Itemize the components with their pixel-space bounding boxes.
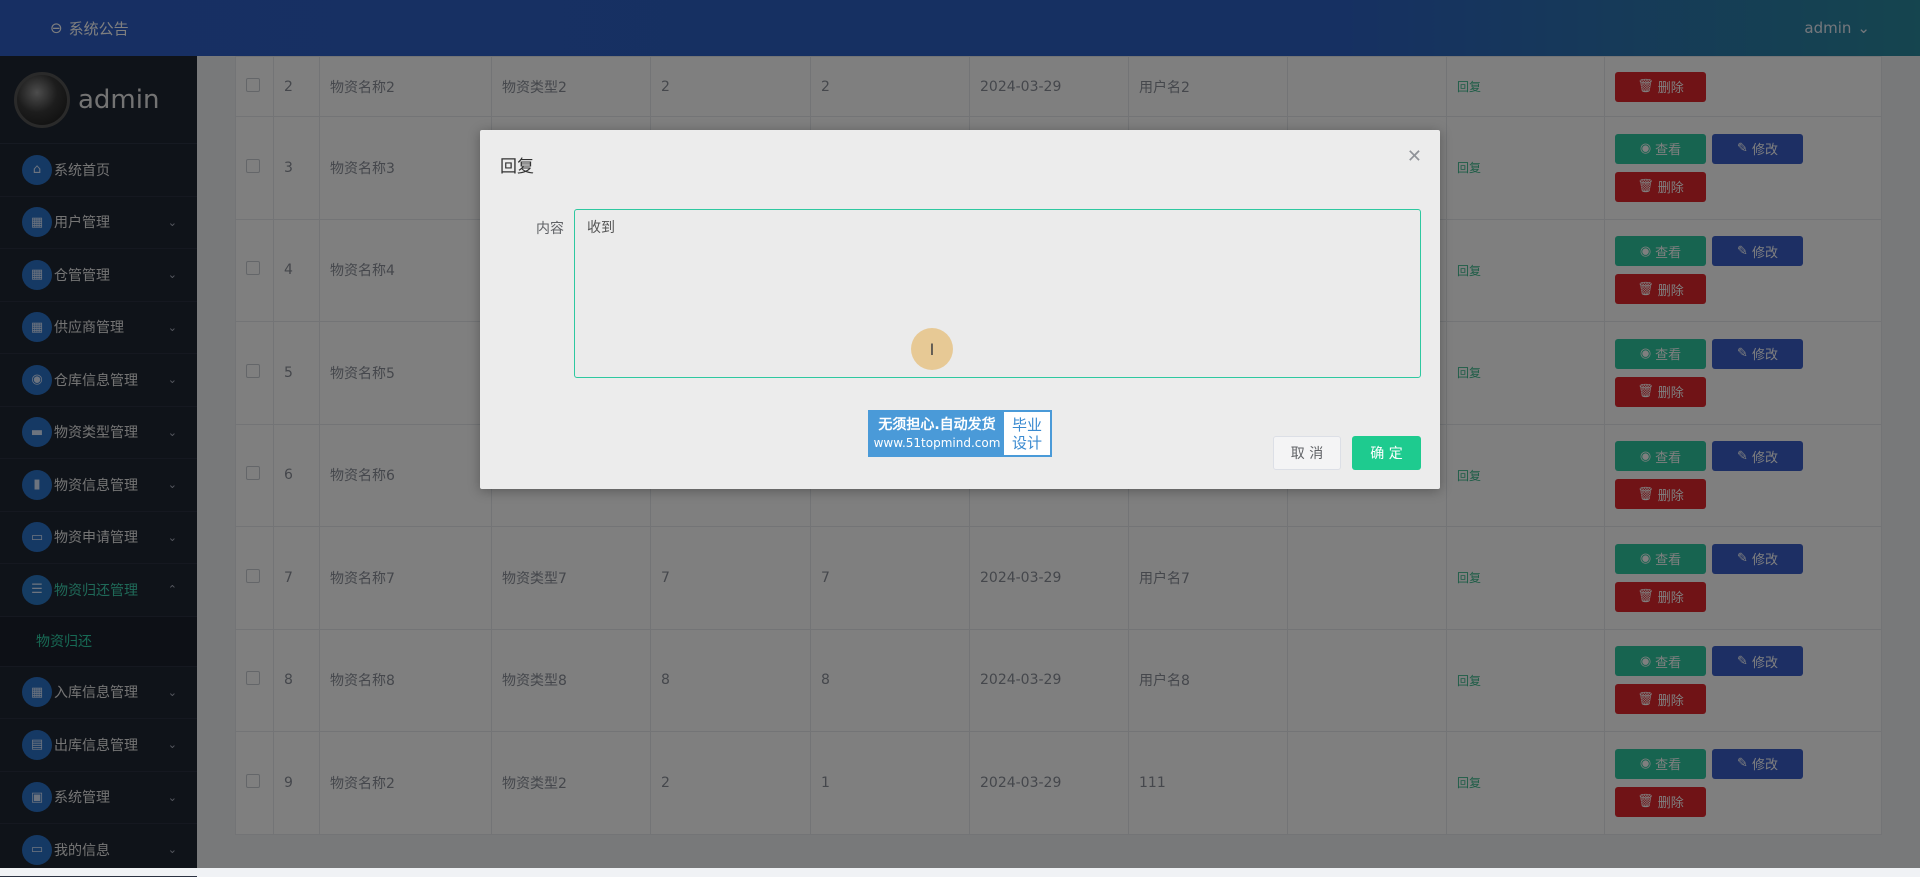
reply-dialog: 回复 ✕ 内容 I 无须担心.自动发货 www.51topmind.com 毕业… <box>480 130 1440 489</box>
text-cursor-icon: I <box>911 328 953 370</box>
watermark: 无须担心.自动发货 www.51topmind.com 毕业 设计 <box>868 410 1052 457</box>
watermark-right2: 设计 <box>1011 433 1042 452</box>
content-label: 内容 <box>536 221 564 237</box>
content-textarea[interactable] <box>574 209 1421 378</box>
watermark-line1: 无须担心.自动发货 <box>878 416 996 433</box>
confirm-button[interactable]: 确 定 <box>1352 436 1421 470</box>
dialog-title: 回复 <box>500 157 534 177</box>
close-icon[interactable]: ✕ <box>1407 146 1422 167</box>
watermark-right1: 毕业 <box>1011 415 1042 434</box>
watermark-line2: www.51topmind.com <box>873 435 1001 450</box>
cancel-button[interactable]: 取 消 <box>1273 436 1341 470</box>
